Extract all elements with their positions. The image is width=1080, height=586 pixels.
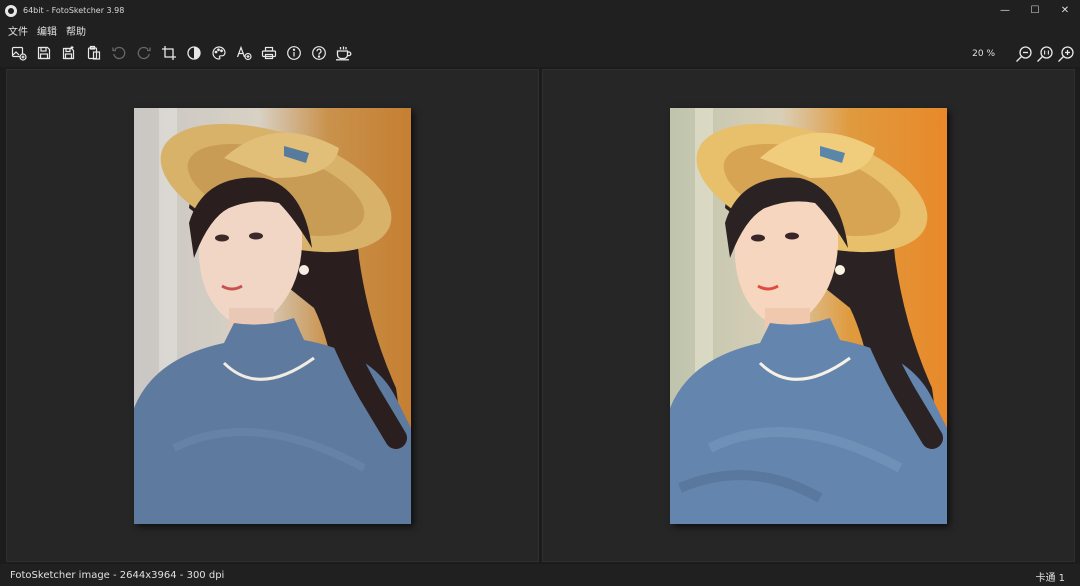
original-image-panel[interactable] [6,69,539,562]
print-button[interactable] [258,42,280,64]
window-title: 64bit - FotoSketcher 3.98 [23,6,125,15]
undo-icon [112,46,126,60]
paste-button[interactable] [83,42,105,64]
zoom-actual-size-button[interactable] [1034,43,1055,65]
minimize-button[interactable]: — [990,0,1020,21]
save-icon [37,46,51,60]
info-button[interactable] [283,42,305,64]
cartoon-photo-image [670,108,947,524]
menu-item-edit[interactable]: 编辑 [37,23,57,38]
app-logo-icon [5,4,17,17]
save-as-button[interactable] [58,42,80,64]
image-info: FotoSketcher image - 2644x3964 - 300 dpi [10,569,225,581]
help-icon [312,46,326,60]
zoom-in-button[interactable] [1055,43,1076,65]
zoom-in-icon [1057,46,1074,62]
cartoon-photo [670,108,947,524]
donate-button[interactable] [333,42,355,64]
palette-button[interactable] [208,42,230,64]
maximize-button[interactable]: ☐ [1020,0,1050,21]
original-photo [134,108,411,524]
crop-icon [162,46,176,60]
result-image-panel[interactable] [542,69,1075,562]
print-icon [261,46,277,60]
menu-item-help[interactable]: 帮助 [66,23,86,38]
close-button[interactable]: ✕ [1050,0,1080,21]
open-image-icon [11,46,27,61]
zoom-actual-icon [1036,46,1053,62]
zoom-out-button[interactable] [1013,43,1034,65]
contrast-icon [187,46,201,60]
menu-bar: 文件 编辑 帮助 [0,21,1080,39]
title-bar[interactable]: 64bit - FotoSketcher 3.98 — ☐ ✕ [0,0,1080,21]
info-icon [287,46,301,60]
save-button[interactable] [33,42,55,64]
paste-icon [87,45,101,60]
help-button[interactable] [308,42,330,64]
zoom-out-icon [1015,46,1032,62]
add-text-button[interactable] [233,42,255,64]
zoom-level: 20 % [972,49,995,59]
menu-item-file[interactable]: 文件 [8,23,28,38]
text-icon [236,45,252,61]
status-bar: FotoSketcher image - 2644x3964 - 300 dpi… [0,564,1080,586]
effect-name: 卡通 1 [1035,573,1065,584]
window-controls: — ☐ ✕ [990,0,1080,21]
redo-icon [137,46,151,60]
palette-icon [212,46,226,60]
zoom-controls [1013,43,1076,65]
undo-button[interactable] [108,42,130,64]
crop-button[interactable] [158,42,180,64]
redo-button[interactable] [133,42,155,64]
original-photo-image [134,108,411,524]
open-image-button[interactable] [8,42,30,64]
contrast-button[interactable] [183,42,205,64]
app-window: 64bit - FotoSketcher 3.98 — ☐ ✕ 文件 编辑 帮助 [0,0,1080,586]
coffee-cup-icon [336,46,352,61]
toolbar: 20 % [0,39,1080,67]
save-as-icon [62,46,75,60]
